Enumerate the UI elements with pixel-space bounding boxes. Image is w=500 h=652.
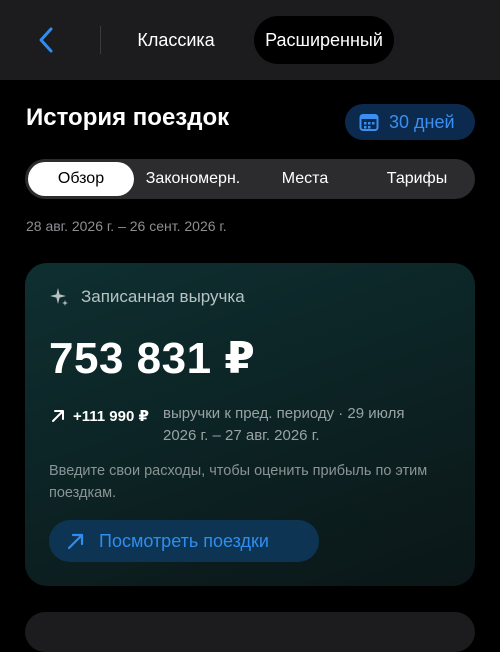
view-trips-label: Посмотреть поездки	[99, 530, 269, 551]
top-bar: Классика Расширенный	[0, 0, 500, 80]
expenses-note: Введите свои расходы, чтобы оценить приб…	[49, 463, 428, 501]
back-button[interactable]	[30, 24, 62, 56]
page-title: История поездок	[26, 104, 230, 131]
period-label: 30 дней	[389, 111, 455, 132]
date-range: 28 авг. 2026 г. – 26 сент. 2026 г.	[26, 218, 227, 234]
revenue-amount: 753 831 ₽	[49, 334, 256, 383]
segment-tariffs[interactable]: Тарифы	[361, 162, 473, 196]
segment-places[interactable]: Места	[253, 162, 357, 196]
revenue-delta: +111 990 ₽ выручки к пред. периоду · 29 …	[47, 403, 447, 447]
chevron-left-icon	[39, 27, 53, 53]
segment-patterns[interactable]: Закономерн.	[137, 162, 249, 196]
divider	[100, 26, 101, 54]
sparkle-icon	[50, 288, 68, 306]
calendar-icon	[359, 114, 379, 131]
segment-overview[interactable]: Обзор	[28, 162, 134, 196]
arrow-up-right-icon	[52, 410, 64, 422]
view-trips-button[interactable]: Посмотреть поездки	[49, 520, 319, 562]
card-header: Записанная выручка	[49, 287, 245, 307]
period-selector-button[interactable]: 30 дней	[345, 104, 475, 140]
tab-extended[interactable]: Расширенный	[254, 16, 394, 64]
card-title: Записанная выручка	[81, 287, 245, 306]
delta-description: выручки к пред. периоду · 29 июля 2026 г…	[163, 405, 405, 444]
delta-value: +111 990 ₽	[73, 408, 149, 425]
tab-classic[interactable]: Классика	[118, 16, 234, 64]
revenue-card: Записанная выручка 753 831 ₽ +111 990 ₽ …	[25, 263, 475, 586]
segmented-control: Обзор Закономерн. Места Тарифы	[25, 159, 475, 199]
next-card	[25, 612, 475, 652]
arrow-up-right-icon	[67, 533, 84, 550]
